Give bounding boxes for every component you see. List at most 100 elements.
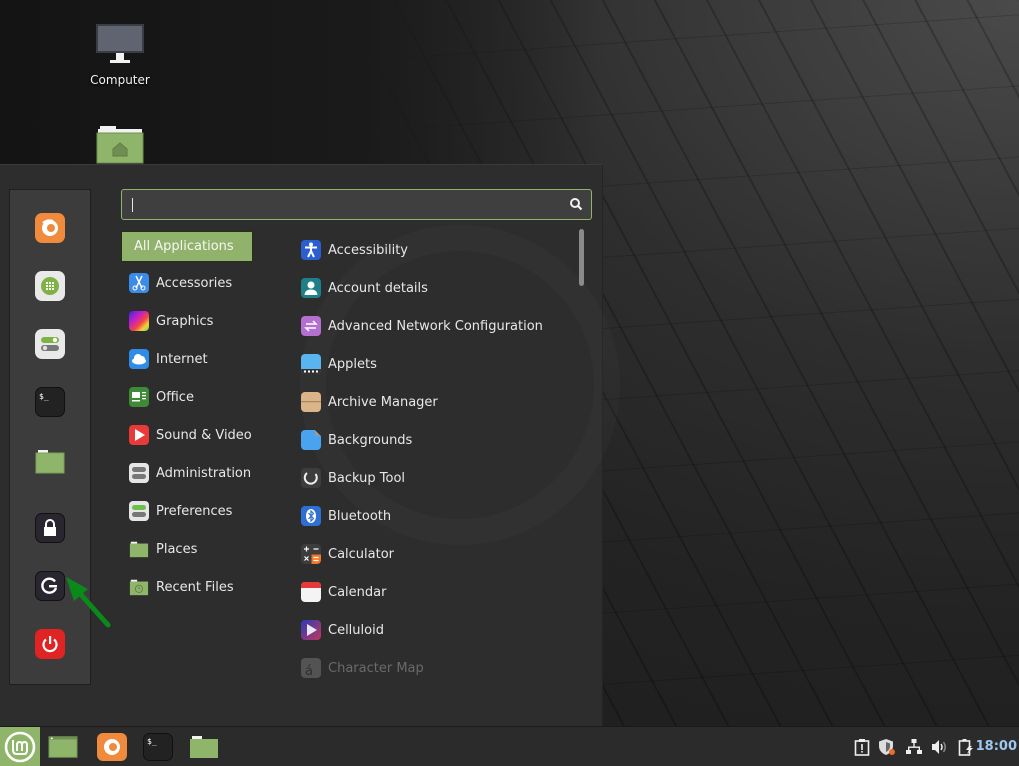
taskbar-show-desktop[interactable] [48, 733, 78, 761]
application-menu: $_ All Applications Accessories Graphics… [0, 164, 603, 726]
favorite-logout[interactable] [35, 571, 65, 601]
search-input[interactable] [130, 193, 560, 216]
folder-icon [129, 539, 149, 559]
category-internet[interactable]: Internet [121, 340, 291, 378]
desktop-icon-computer[interactable]: Computer [80, 24, 160, 87]
backup-icon [301, 468, 321, 488]
favorite-software-manager[interactable] [35, 271, 65, 301]
app-account-details[interactable]: Account details [293, 269, 563, 307]
taskbar: $_ 18:00 [0, 726, 1019, 766]
category-office[interactable]: Office [121, 378, 291, 416]
category-label: Graphics [156, 313, 214, 329]
app-advanced-network-configuration[interactable]: Advanced Network Configuration [293, 307, 563, 345]
terminal-icon: $_ [143, 733, 173, 761]
app-label: Advanced Network Configuration [328, 318, 543, 334]
category-label: Internet [156, 351, 208, 367]
category-label: Office [156, 389, 194, 405]
category-label: Places [156, 541, 198, 557]
shield-update-icon [879, 739, 895, 755]
show-desktop-icon [48, 736, 78, 758]
category-label: Accessories [156, 275, 233, 291]
folder-icon [35, 450, 65, 474]
category-label: Administration [156, 465, 252, 481]
category-label: All Applications [134, 239, 234, 254]
app-label: Backup Tool [328, 470, 406, 486]
menu-button[interactable] [0, 727, 40, 766]
app-list-scrollbar[interactable] [579, 229, 584, 286]
search-icon[interactable] [569, 197, 583, 211]
applets-icon [301, 354, 321, 374]
accessibility-icon [301, 240, 321, 260]
annotation-arrow [66, 577, 111, 628]
app-celluloid[interactable]: Celluloid [293, 611, 563, 649]
calculator-icon [301, 544, 321, 564]
application-list: Accessibility Account details Advanced N… [293, 231, 563, 687]
app-backup-tool[interactable]: Backup Tool [293, 459, 563, 497]
calendar-icon [301, 582, 321, 602]
category-places[interactable]: Places [121, 530, 291, 568]
favorite-terminal[interactable]: $_ [35, 387, 65, 417]
scissors-icon [129, 273, 149, 293]
tray-network[interactable] [904, 737, 924, 757]
app-accessibility[interactable]: Accessibility [293, 231, 563, 269]
category-sound-video[interactable]: Sound & Video [121, 416, 291, 454]
desktop-icon-home[interactable] [80, 124, 160, 167]
graphics-icon [129, 311, 149, 331]
folder-icon [190, 736, 218, 758]
category-label: Recent Files [156, 579, 234, 595]
app-backgrounds[interactable]: Backgrounds [293, 421, 563, 459]
favorite-lock-screen[interactable] [35, 513, 65, 543]
cloud-icon [129, 349, 149, 369]
favorite-files[interactable] [35, 446, 65, 476]
svg-text:$_: $_ [39, 392, 49, 401]
app-character-map[interactable]: á Character Map [293, 649, 563, 687]
category-preferences[interactable]: Preferences [121, 492, 291, 530]
bluetooth-icon [301, 506, 321, 526]
favorite-quit[interactable] [35, 629, 65, 659]
app-label: Character Map [328, 660, 424, 676]
app-label: Accessibility [328, 242, 408, 258]
favorite-firefox[interactable] [35, 213, 65, 243]
category-recent-files[interactable]: Recent Files [121, 568, 291, 606]
computer-icon [96, 24, 144, 63]
svg-text:$_: $_ [147, 737, 157, 746]
archive-icon [301, 392, 321, 412]
search-box[interactable] [121, 189, 592, 220]
app-calendar[interactable]: Calendar [293, 573, 563, 611]
app-calculator[interactable]: Calculator [293, 535, 563, 573]
app-label: Celluloid [328, 622, 384, 638]
taskbar-terminal[interactable]: $_ [143, 733, 173, 761]
clock[interactable]: 18:00 [976, 739, 1017, 754]
app-label: Calculator [328, 546, 395, 562]
app-label: Archive Manager [328, 394, 438, 410]
tray-battery[interactable] [956, 737, 976, 757]
category-all-applications[interactable]: All Applications [121, 231, 253, 262]
settings-toggle-icon [41, 337, 59, 351]
account-icon [301, 278, 321, 298]
terminal-icon: $_ [39, 392, 49, 401]
category-graphics[interactable]: Graphics [121, 302, 291, 340]
character-map-icon: á [301, 658, 321, 678]
app-label: Bluetooth [328, 508, 392, 524]
network-icon [906, 739, 922, 754]
favorite-system-settings[interactable] [35, 329, 65, 359]
celluloid-icon [301, 620, 321, 640]
logout-icon [41, 577, 58, 594]
tray-clipboard[interactable] [852, 737, 872, 757]
clipboard-icon [854, 739, 870, 756]
tray-update-manager[interactable] [877, 737, 897, 757]
taskbar-files[interactable] [189, 733, 219, 761]
admin-toggle-icon [129, 463, 149, 483]
category-accessories[interactable]: Accessories [121, 264, 291, 302]
power-icon [42, 636, 58, 653]
app-applets[interactable]: Applets [293, 345, 563, 383]
firefox-icon [97, 733, 127, 761]
category-administration[interactable]: Administration [121, 454, 291, 492]
app-archive-manager[interactable]: Archive Manager [293, 383, 563, 421]
tray-volume[interactable] [930, 737, 950, 757]
taskbar-firefox[interactable] [97, 733, 127, 761]
text-cursor [132, 198, 133, 212]
app-label: Account details [328, 280, 428, 296]
app-bluetooth[interactable]: Bluetooth [293, 497, 563, 535]
mint-logo-icon [4, 731, 36, 763]
